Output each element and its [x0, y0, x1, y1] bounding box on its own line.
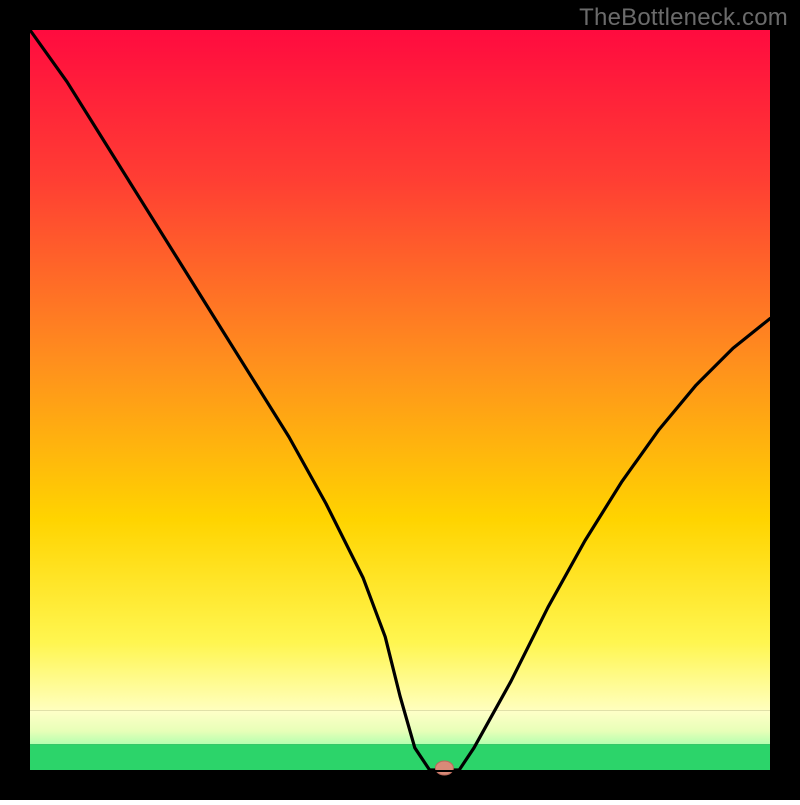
bottleneck-chart	[0, 0, 800, 800]
optimal-point-marker	[435, 761, 453, 775]
watermark-label: TheBottleneck.com	[579, 4, 788, 32]
